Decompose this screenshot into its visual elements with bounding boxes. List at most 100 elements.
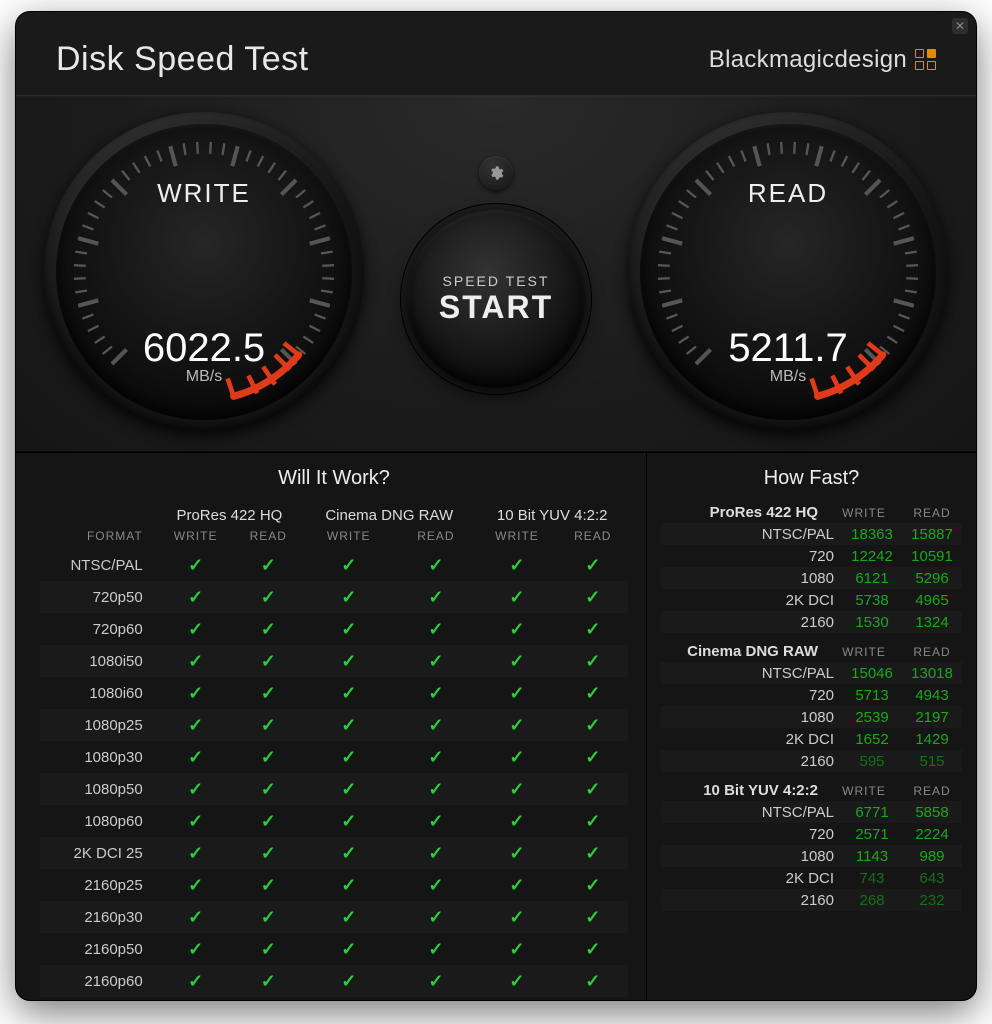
status-cell: ✓: [235, 709, 303, 741]
status-cell: ✓: [558, 709, 628, 741]
fast-read-value: 1324: [902, 614, 962, 631]
status-cell: ✓: [157, 677, 235, 709]
fast-resolution: 1080: [661, 848, 842, 865]
status-cell: ✓: [302, 677, 395, 709]
status-cell: ✓: [558, 805, 628, 837]
format-label: 1080p30: [40, 741, 157, 773]
checkmark-icon: ✓: [509, 587, 524, 607]
checkmark-icon: ✓: [341, 587, 356, 607]
status-cell: ✓: [235, 581, 303, 613]
status-cell: ✓: [235, 965, 303, 997]
fast-read-value: 13018: [902, 665, 962, 682]
codec-header-1: Cinema DNG RAW: [302, 504, 476, 526]
checkmark-icon: ✓: [188, 587, 203, 607]
checkmark-icon: ✓: [188, 651, 203, 671]
checkmark-icon: ✓: [509, 907, 524, 927]
status-cell: ✓: [302, 581, 395, 613]
read-gauge-label: READ: [628, 178, 948, 209]
fast-write-value: 2571: [842, 826, 902, 843]
checkmark-icon: ✓: [188, 843, 203, 863]
status-cell: ✓: [558, 869, 628, 901]
gauge-panel: WRITE 6022.5 MB/s SPEED TEST START: [16, 95, 976, 453]
status-cell: ✓: [302, 645, 395, 677]
fast-row: NTSC/PAL 15046 13018: [661, 662, 962, 684]
status-cell: ✓: [395, 965, 476, 997]
status-cell: ✓: [302, 773, 395, 805]
start-button[interactable]: SPEED TEST START: [407, 210, 585, 388]
fast-col-write: WRITE: [834, 784, 894, 798]
checkmark-icon: ✓: [188, 715, 203, 735]
how-fast-title: How Fast?: [661, 467, 962, 490]
fast-read-value: 232: [902, 892, 962, 909]
fast-col-write: WRITE: [834, 506, 894, 520]
gear-icon: [488, 165, 504, 181]
status-cell: ✓: [395, 773, 476, 805]
fast-write-value: 6121: [842, 570, 902, 587]
fast-read-value: 515: [902, 753, 962, 770]
status-cell: ✓: [157, 613, 235, 645]
checkmark-icon: ✓: [341, 715, 356, 735]
checkmark-icon: ✓: [585, 875, 600, 895]
fast-resolution: NTSC/PAL: [661, 804, 842, 821]
table-row: NTSC/PAL✓✓✓✓✓✓: [40, 549, 628, 581]
checkmark-icon: ✓: [585, 747, 600, 767]
checkmark-icon: ✓: [261, 811, 276, 831]
checkmark-icon: ✓: [341, 619, 356, 639]
fast-codec-name: ProRes 422 HQ: [661, 504, 826, 521]
checkmark-icon: ✓: [341, 907, 356, 927]
settings-button[interactable]: [479, 156, 513, 190]
fast-row: 720 12242 10591: [661, 545, 962, 567]
fast-col-read: READ: [902, 506, 962, 520]
checkmark-icon: ✓: [261, 587, 276, 607]
status-cell: ✓: [302, 709, 395, 741]
status-cell: ✓: [302, 965, 395, 997]
fast-row: 720 2571 2224: [661, 823, 962, 845]
status-cell: ✓: [157, 933, 235, 965]
fast-read-value: 643: [902, 870, 962, 887]
fast-row: 2K DCI 743 643: [661, 867, 962, 889]
status-cell: ✓: [476, 773, 557, 805]
status-cell: ✓: [476, 549, 557, 581]
status-cell: ✓: [476, 581, 557, 613]
format-label: 2K DCI 25: [40, 837, 157, 869]
checkmark-icon: ✓: [585, 587, 600, 607]
checkmark-icon: ✓: [261, 715, 276, 735]
status-cell: ✓: [395, 645, 476, 677]
read-gauge-value: 5211.7: [628, 326, 948, 371]
checkmark-icon: ✓: [428, 939, 443, 959]
checkmark-icon: ✓: [509, 619, 524, 639]
status-cell: ✓: [476, 837, 557, 869]
checkmark-icon: ✓: [341, 747, 356, 767]
table-row: 1080i60✓✓✓✓✓✓: [40, 677, 628, 709]
status-cell: ✓: [235, 869, 303, 901]
fast-resolution: 2K DCI: [661, 592, 842, 609]
fast-section: ProRes 422 HQ WRITE READ NTSC/PAL 18363 …: [661, 504, 962, 633]
brand: Blackmagicdesign: [709, 46, 936, 74]
status-cell: ✓: [476, 741, 557, 773]
checkmark-icon: ✓: [428, 651, 443, 671]
fast-resolution: NTSC/PAL: [661, 665, 842, 682]
table-row: 2160p50✓✓✓✓✓✓: [40, 933, 628, 965]
checkmark-icon: ✓: [188, 875, 203, 895]
fast-row: 1080 2539 2197: [661, 706, 962, 728]
fast-write-value: 1530: [842, 614, 902, 631]
fast-read-value: 989: [902, 848, 962, 865]
status-cell: ✓: [558, 837, 628, 869]
fast-row: 2160 1530 1324: [661, 611, 962, 633]
checkmark-icon: ✓: [509, 811, 524, 831]
close-button[interactable]: ✕: [952, 18, 968, 34]
fast-row: 2K DCI 5738 4965: [661, 589, 962, 611]
checkmark-icon: ✓: [188, 747, 203, 767]
checkmark-icon: ✓: [428, 779, 443, 799]
status-cell: ✓: [476, 709, 557, 741]
format-label: 1080p25: [40, 709, 157, 741]
table-row: 2K DCI 25✓✓✓✓✓✓: [40, 837, 628, 869]
status-cell: ✓: [395, 677, 476, 709]
checkmark-icon: ✓: [261, 619, 276, 639]
fast-resolution: 2K DCI: [661, 731, 842, 748]
fast-row: 1080 6121 5296: [661, 567, 962, 589]
fast-write-value: 1652: [842, 731, 902, 748]
status-cell: ✓: [235, 613, 303, 645]
table-row: 1080i50✓✓✓✓✓✓: [40, 645, 628, 677]
checkmark-icon: ✓: [509, 779, 524, 799]
